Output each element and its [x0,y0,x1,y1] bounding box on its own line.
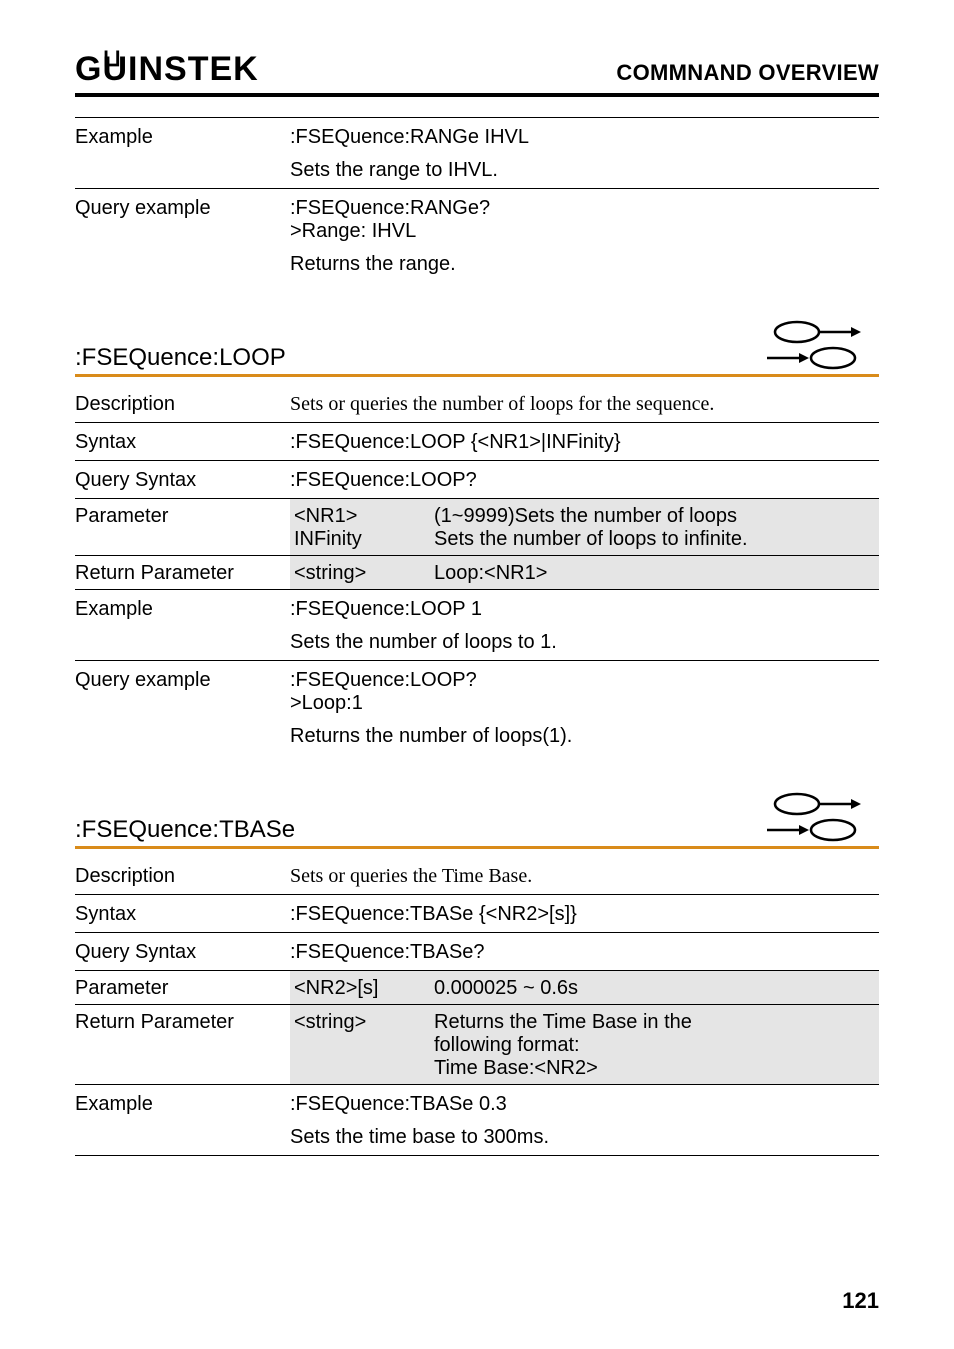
label-tbase-syntax: Syntax [75,903,290,926]
label-tbase-param: Parameter [75,971,290,1004]
value-tbase-param: <NR2>[s] 0.000025 ~ 0.6s [290,971,879,1004]
value-loop-return: <string> Loop:<NR1> [290,556,879,589]
label-query: Query example [75,197,290,276]
tbase-ret-val3: Time Base:<NR2> [434,1057,598,1079]
value-loop-syntax: :FSEQuence:LOOP {<NR1>|INFinity} [290,431,879,454]
label-tbase-ex: Example [75,1093,290,1149]
row-query-example: Query example :FSEQuence:RANGe? >Range: … [75,188,879,282]
tbase-ret-val1: Returns the Time Base in the [434,1011,692,1033]
set-query-icon [759,792,869,842]
label-loop-return: Return Parameter [75,556,290,589]
row-loop-desc: Description Sets or queries the number o… [75,385,879,422]
tbase-ret-key: <string> [294,1011,404,1080]
value-tbase-desc: Sets or queries the Time Base. [290,865,879,888]
page-number: 121 [842,1288,879,1314]
value-tbase-ex: :FSEQuence:TBASe 0.3 Sets the time base … [290,1093,879,1149]
set-query-icon [759,320,869,370]
loop-param-inf-val: Sets the number of loops to infinite. [434,528,748,551]
value-loop-qe: :FSEQuence:LOOP? >Loop:1 Returns the num… [290,669,879,748]
loop-qe-desc: Returns the number of loops(1). [290,725,879,748]
row-tbase-example: Example :FSEQuence:TBASe 0.3 Sets the ti… [75,1084,879,1155]
loop-ex-cmd: :FSEQuence:LOOP 1 [290,598,879,621]
section-tbase-heading: :FSEQuence:TBASe [75,792,879,849]
loop-qe-resp: >Loop:1 [290,692,879,715]
query-response: >Range: IHVL [290,220,879,243]
label-loop-desc: Description [75,393,290,416]
loop-param-nr1-val: (1~9999)Sets the number of loops [434,505,737,528]
row-loop-qexample: Query example :FSEQuence:LOOP? >Loop:1 R… [75,660,879,754]
value-loop-ex: :FSEQuence:LOOP 1 Sets the number of loo… [290,598,879,654]
value-tbase-syntax: :FSEQuence:TBASe {<NR2>[s]} [290,903,879,926]
label-loop-qe: Query example [75,669,290,748]
row-tbase-desc: Description Sets or queries the Time Bas… [75,857,879,894]
value-loop-qsyntax: :FSEQuence:LOOP? [290,469,879,492]
value-loop-param: <NR1> (1~9999)Sets the number of loops I… [290,499,879,555]
label-loop-ex: Example [75,598,290,654]
page-title: COMMNAND OVERVIEW [616,60,879,86]
row-loop-return: Return Parameter <string> Loop:<NR1> [75,555,879,589]
row-tbase-param: Parameter <NR2>[s] 0.000025 ~ 0.6s [75,970,879,1004]
loop-ret-key: <string> [294,562,404,585]
value-loop-desc: Sets or queries the number of loops for … [290,393,879,416]
loop-param-inf-key: INFinity [294,528,404,551]
section-loop-title: :FSEQuence:LOOP [75,344,286,372]
label-loop-qsyntax: Query Syntax [75,469,290,492]
loop-ex-desc: Sets the number of loops to 1. [290,631,879,654]
value-tbase-qsyntax: :FSEQuence:TBASe? [290,941,879,964]
value-example: :FSEQuence:RANGe IHVL Sets the range to … [290,126,879,182]
query-desc: Returns the range. [290,253,879,276]
section-loop-heading: :FSEQuence:LOOP [75,320,879,377]
label-example: Example [75,126,290,182]
example-command: :FSEQuence:RANGe IHVL [290,126,879,149]
label-loop-syntax: Syntax [75,431,290,454]
tbase-param-key: <NR2>[s] [294,977,404,1000]
tbase-ret-val2: following format: [434,1034,580,1056]
row-tbase-qsyntax: Query Syntax :FSEQuence:TBASe? [75,932,879,970]
loop-param-nr1-key: <NR1> [294,505,404,528]
page-header: GU⊔INSTEK COMMNAND OVERVIEW [75,50,879,97]
brand-logo: GU⊔INSTEK [75,50,259,89]
row-loop-example: Example :FSEQuence:LOOP 1 Sets the numbe… [75,589,879,660]
row-tbase-syntax: Syntax :FSEQuence:TBASe {<NR2>[s]} [75,894,879,932]
example-desc: Sets the range to IHVL. [290,159,879,182]
loop-qe-cmd: :FSEQuence:LOOP? [290,669,879,692]
row-loop-param: Parameter <NR1> (1~9999)Sets the number … [75,498,879,555]
tbase-ex-desc: Sets the time base to 300ms. [290,1126,879,1149]
value-query: :FSEQuence:RANGe? >Range: IHVL Returns t… [290,197,879,276]
value-tbase-return: <string> Returns the Time Base in the fo… [290,1005,879,1084]
row-example: Example :FSEQuence:RANGe IHVL Sets the r… [75,117,879,188]
tbase-param-val: 0.000025 ~ 0.6s [434,977,578,1000]
label-tbase-return: Return Parameter [75,1005,290,1084]
tbase-ex-cmd: :FSEQuence:TBASe 0.3 [290,1093,879,1116]
loop-ret-val: Loop:<NR1> [434,562,547,585]
label-tbase-qsyntax: Query Syntax [75,941,290,964]
row-tbase-return: Return Parameter <string> Returns the Ti… [75,1004,879,1084]
section-tbase-title: :FSEQuence:TBASe [75,816,295,844]
row-loop-qsyntax: Query Syntax :FSEQuence:LOOP? [75,460,879,498]
label-loop-param: Parameter [75,499,290,555]
query-command: :FSEQuence:RANGe? [290,197,879,220]
label-tbase-desc: Description [75,865,290,888]
row-loop-syntax: Syntax :FSEQuence:LOOP {<NR1>|INFinity} [75,422,879,460]
